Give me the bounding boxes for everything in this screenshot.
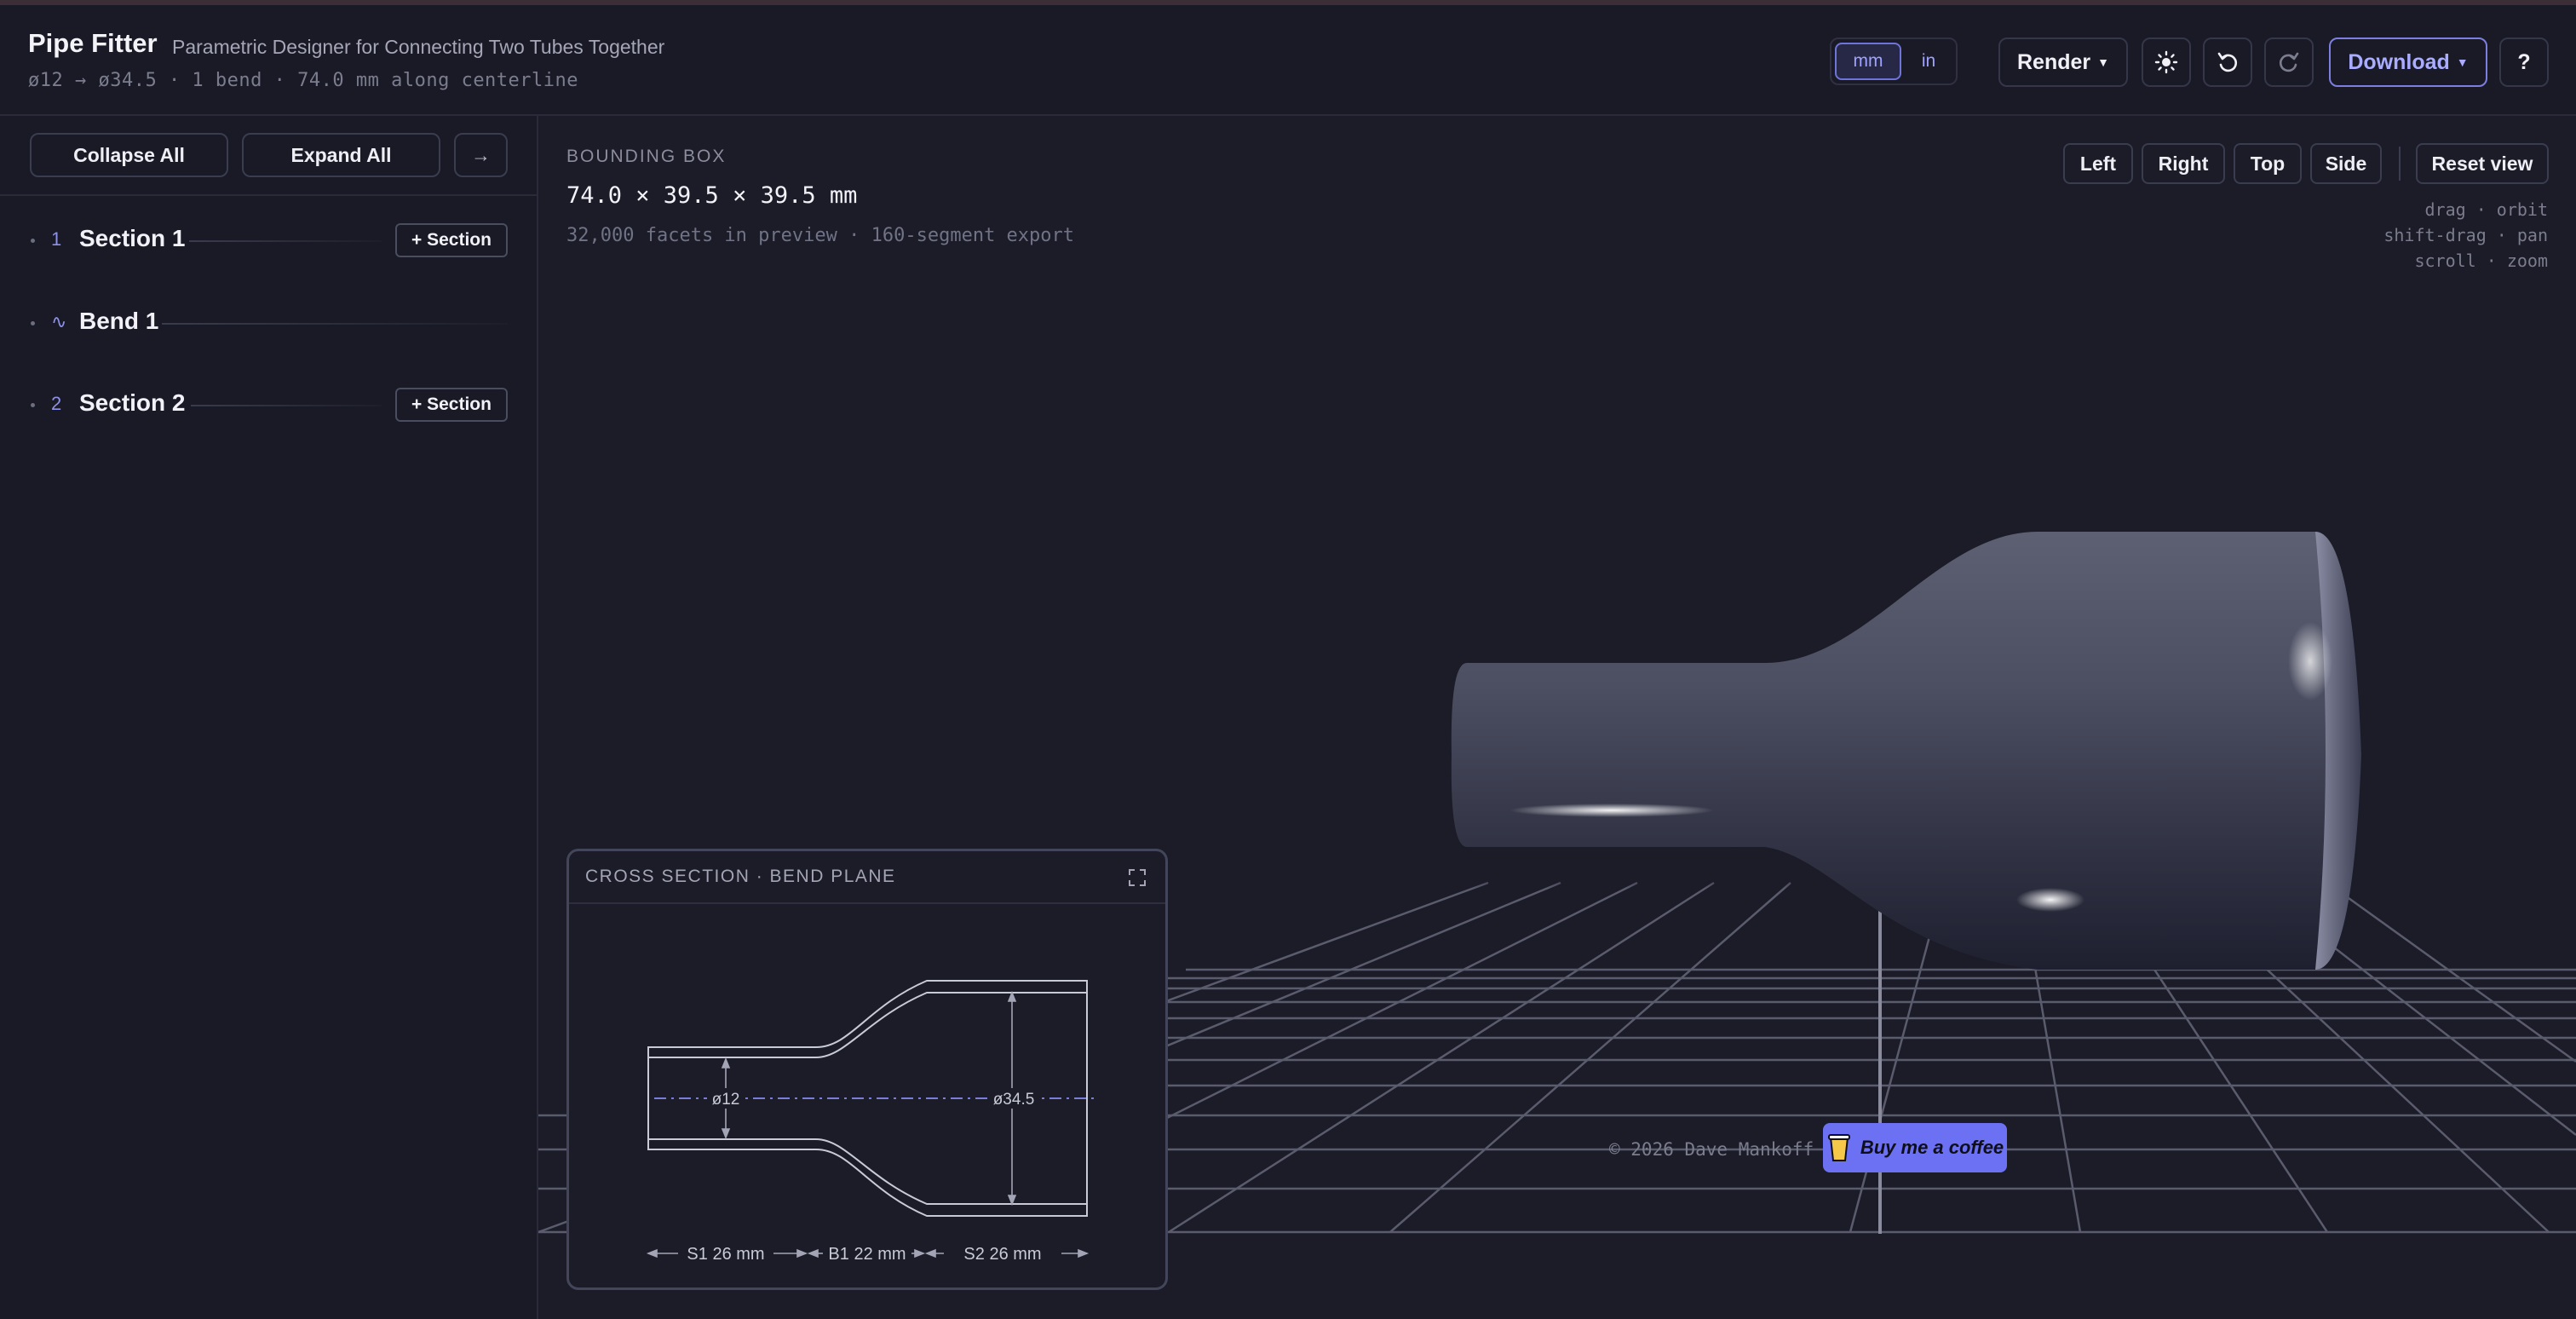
bend-icon: ∿: [51, 311, 67, 332]
coffee-cup-icon: [1827, 1134, 1850, 1161]
redo-button[interactable]: [2264, 37, 2314, 87]
sidebar: Collapse All Expand All → 1 Section 1 + …: [0, 116, 538, 1319]
bounding-box-label: BOUNDING BOX: [566, 147, 727, 166]
arrow-right-button[interactable]: →: [454, 133, 508, 177]
buy-me-a-coffee-button[interactable]: Buy me a coffee: [1823, 1123, 2007, 1172]
download-button[interactable]: Download ▼: [2329, 37, 2487, 87]
unit-in-button[interactable]: in: [1903, 43, 1954, 80]
coffee-label: Buy me a coffee: [1860, 1137, 2004, 1158]
row-divider: [162, 323, 508, 325]
cross-section-panel: CROSS SECTION · BEND PLANE ø12 ø34.5 S1 …: [566, 849, 1168, 1290]
row-divider: [189, 240, 382, 242]
redo-icon: [2279, 52, 2299, 72]
view-right-button[interactable]: Right: [2142, 143, 2225, 184]
arrow-right-icon: →: [471, 143, 491, 166]
expand-bullet-icon: [31, 403, 35, 407]
item-label: Section 1: [79, 225, 186, 251]
app-title: Pipe Fitter: [28, 28, 158, 58]
reset-view-button[interactable]: Reset view: [2416, 143, 2549, 184]
item-number: 2: [51, 393, 62, 414]
undo-button[interactable]: [2203, 37, 2252, 87]
chevron-down-icon: ▼: [2456, 55, 2469, 69]
collapse-all-button[interactable]: Collapse All: [30, 133, 228, 177]
item-label: Section 2: [79, 389, 186, 416]
expand-bullet-icon: [31, 321, 35, 325]
item-number: 1: [51, 228, 62, 250]
design-summary: ø12 → ø34.5 · 1 bend · 74.0 mm along cen…: [28, 70, 579, 91]
unit-toggle: mm in: [1830, 37, 1958, 85]
toolbar-separator: [2399, 147, 2401, 181]
orbit-hint: drag · orbit: [2424, 199, 2549, 220]
bend-1-length: B1 22 mm: [828, 1245, 906, 1264]
copyright: © 2026 Dave Mankoff: [1609, 1139, 1814, 1160]
cross-section-drawing: ø12 ø34.5 S1 26 mm B1 22 mm S2 26 mm: [646, 980, 1095, 1264]
zoom-hint: scroll · zoom: [2414, 251, 2548, 271]
large-diameter-label: ø34.5: [993, 1091, 1035, 1109]
small-diameter-label: ø12: [712, 1091, 740, 1109]
item-label: Bend 1: [79, 308, 159, 334]
bounding-box-value: 74.0 × 39.5 × 39.5 mm: [566, 182, 858, 209]
help-button[interactable]: ?: [2499, 37, 2549, 87]
view-left-button[interactable]: Left: [2063, 143, 2133, 184]
add-section-button[interactable]: + Section: [395, 223, 508, 257]
render-button[interactable]: Render ▼: [1998, 37, 2128, 87]
sidebar-divider: [0, 194, 537, 196]
chevron-down-icon: ▼: [2097, 55, 2109, 69]
app-subtitle: Parametric Designer for Connecting Two T…: [172, 36, 665, 58]
sidebar-item-bend-1[interactable]: ∿ Bend 1: [0, 299, 537, 350]
section-2-length: S2 26 mm: [963, 1245, 1041, 1264]
unit-mm-button[interactable]: mm: [1835, 43, 1901, 80]
pan-hint: shift-drag · pan: [2383, 225, 2548, 245]
expand-all-button[interactable]: Expand All: [242, 133, 440, 177]
theme-toggle-button[interactable]: [2142, 37, 2191, 87]
add-section-button[interactable]: + Section: [395, 388, 508, 422]
sidebar-item-section-1[interactable]: 1 Section 1 + Section: [0, 216, 537, 268]
render-button-label: Render: [2017, 49, 2091, 74]
row-divider: [191, 405, 382, 406]
view-top-button[interactable]: Top: [2234, 143, 2302, 184]
app-header: Pipe Fitter Parametric Designer for Conn…: [0, 5, 2576, 116]
sidebar-item-section-2[interactable]: 2 Section 2 + Section: [0, 381, 537, 432]
view-side-button[interactable]: Side: [2310, 143, 2382, 184]
3d-viewport[interactable]: BOUNDING BOX 74.0 × 39.5 × 39.5 mm 32,00…: [538, 116, 2576, 1319]
expand-bullet-icon: [31, 239, 35, 243]
sun-icon: [2154, 50, 2178, 74]
facet-info: 32,000 facets in preview · 160-segment e…: [566, 225, 1075, 246]
undo-icon: [2217, 52, 2238, 72]
download-button-label: Download: [2348, 49, 2450, 74]
section-1-length: S1 26 mm: [687, 1245, 764, 1264]
